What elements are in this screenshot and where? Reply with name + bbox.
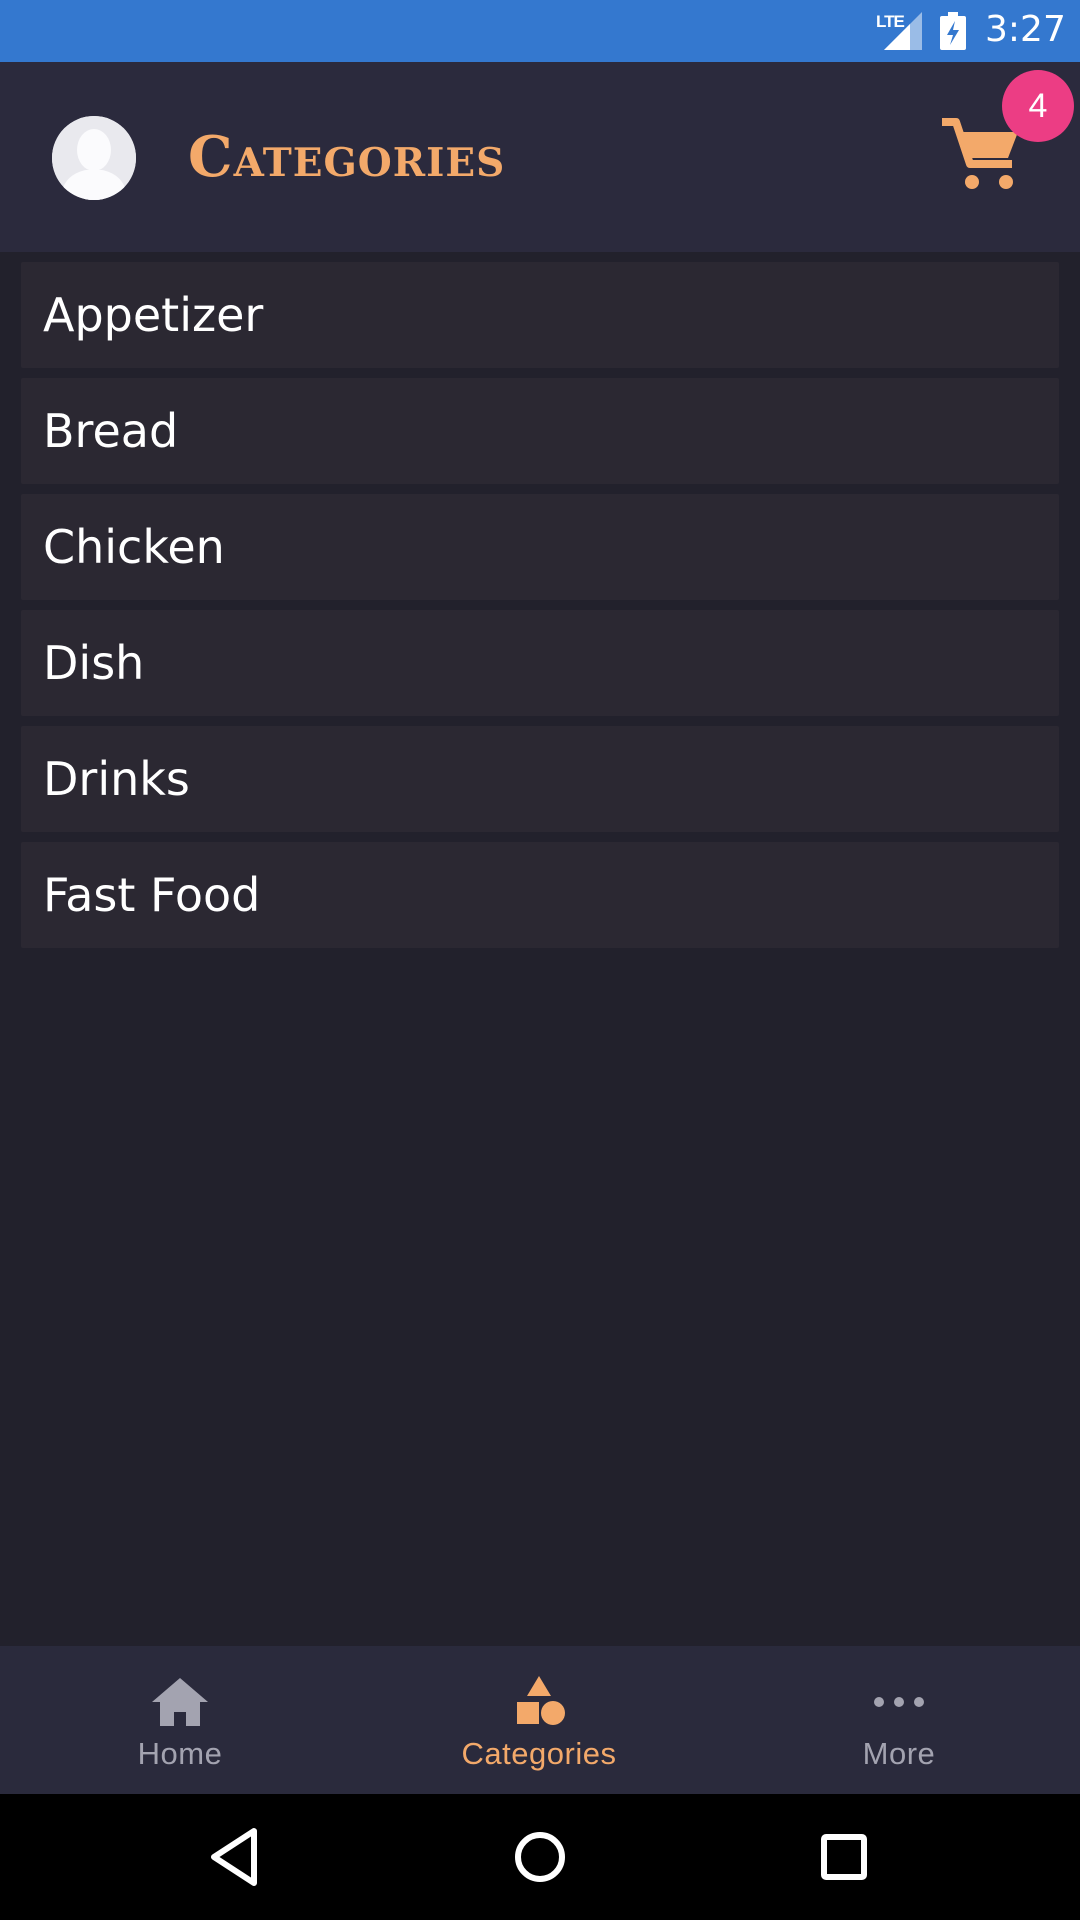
page-title: Categories — [188, 124, 506, 190]
home-icon — [152, 1678, 208, 1726]
list-item-dish[interactable]: Dish — [21, 610, 1059, 716]
shapes-icon — [517, 1676, 565, 1725]
nav-tab-home[interactable]: Home — [0, 1646, 360, 1794]
status-bar: LTE 3:27 — [0, 0, 1080, 62]
app-header: Categories 4 — [0, 62, 1080, 252]
signal-icon — [884, 12, 922, 50]
home-circle-icon[interactable] — [506, 1823, 574, 1891]
nav-tab-categories[interactable]: Categories — [359, 1646, 719, 1794]
battery-charging-icon — [940, 12, 966, 50]
recents-icon[interactable] — [810, 1823, 878, 1891]
list-item-fast-food[interactable]: Fast Food — [21, 842, 1059, 948]
list-item-bread[interactable]: Bread — [21, 378, 1059, 484]
list-item-chicken[interactable]: Chicken — [21, 494, 1059, 600]
nav-label-more: More — [862, 1736, 936, 1771]
cart-count-badge[interactable]: 4 — [1002, 70, 1074, 142]
back-icon[interactable] — [202, 1823, 270, 1891]
more-horizontal-icon — [874, 1697, 924, 1707]
list-item-appetizer[interactable]: Appetizer — [21, 262, 1059, 368]
list-item-drinks[interactable]: Drinks — [21, 726, 1059, 832]
system-navigation-bar — [0, 1794, 1080, 1920]
nav-tab-more[interactable]: More — [719, 1646, 1079, 1794]
nav-label-categories: Categories — [461, 1736, 617, 1771]
nav-label-home: Home — [137, 1736, 223, 1771]
user-avatar-icon[interactable] — [52, 116, 136, 200]
bottom-navigation: Home Categories More — [0, 1646, 1080, 1794]
clock: 3:27 — [985, 9, 1066, 50]
category-list: Appetizer Bread Chicken Dish Drinks Fast… — [21, 262, 1059, 958]
